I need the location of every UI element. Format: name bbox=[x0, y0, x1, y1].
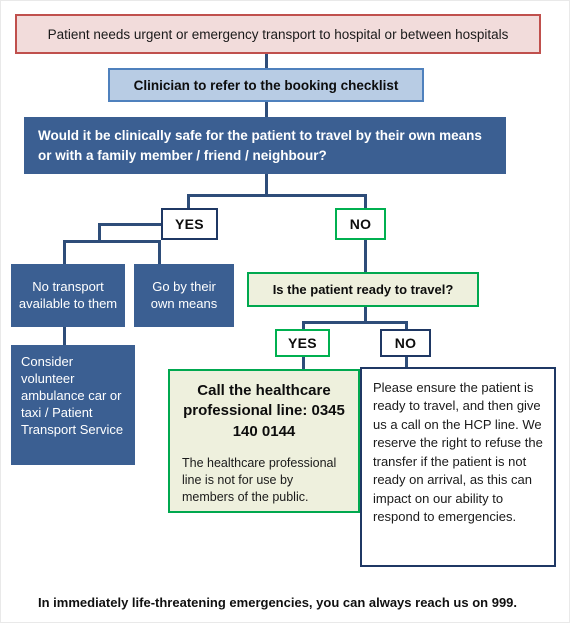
node-go-by-own-means-label: Go by their own means bbox=[150, 278, 218, 311]
node-clinician-checklist[interactable]: Clinician to refer to the booking checkl… bbox=[108, 68, 424, 102]
branch-no-ready-to-travel-label: NO bbox=[394, 335, 417, 351]
flowchart-canvas: Patient needs urgent or emergency transp… bbox=[0, 0, 570, 623]
connector-yes-left-stub bbox=[98, 223, 161, 226]
branch-no-clinically-safe-label: NO bbox=[349, 216, 372, 232]
connector-to-yes bbox=[187, 194, 190, 208]
node-hcp-call-heading: Call the healthcare professional line: 0… bbox=[183, 382, 345, 440]
branch-no-ready-to-travel[interactable]: NO bbox=[380, 329, 431, 357]
connector-title-to-checklist bbox=[265, 54, 268, 68]
node-hcp-call-callout[interactable]: Call the healthcare professional line: 0… bbox=[168, 369, 360, 513]
connector-yes-no-split bbox=[187, 194, 367, 197]
connector-to-no bbox=[364, 194, 367, 208]
node-ready-to-travel-question-label: Is the patient ready to travel? bbox=[272, 282, 454, 297]
branch-no-clinically-safe[interactable]: NO bbox=[335, 208, 386, 240]
node-hcp-call-subtext: The healthcare professional line is not … bbox=[182, 455, 337, 505]
connector-no-transport-to-consider bbox=[63, 327, 66, 345]
node-patient-not-ready-note[interactable]: Please ensure the patient is ready to tr… bbox=[360, 367, 556, 567]
branch-yes-ready-to-travel[interactable]: YES bbox=[275, 329, 330, 357]
connector-ready-split bbox=[302, 321, 407, 324]
connector-question-stem bbox=[265, 174, 268, 196]
connector-yes-branch-bar bbox=[63, 240, 161, 243]
connector-checklist-to-question bbox=[265, 102, 268, 117]
node-main-question[interactable]: Would it be clinically safe for the pati… bbox=[24, 117, 506, 174]
connector-no-to-ready bbox=[364, 240, 367, 272]
branch-yes-clinically-safe[interactable]: YES bbox=[161, 208, 218, 240]
branch-yes-ready-to-travel-label: YES bbox=[288, 335, 317, 351]
node-consider-volunteer-transport[interactable]: Consider volunteer ambulance car or taxi… bbox=[11, 345, 135, 465]
node-main-question-label: Would it be clinically safe for the pati… bbox=[38, 127, 482, 163]
node-consider-volunteer-transport-label: Consider volunteer ambulance car or taxi… bbox=[21, 354, 124, 437]
node-patient-needs-transport-label: Patient needs urgent or emergency transp… bbox=[47, 26, 509, 42]
node-no-transport-available-label: No transport available to them bbox=[18, 278, 118, 311]
node-patient-not-ready-note-label: Please ensure the patient is ready to tr… bbox=[373, 380, 543, 525]
footer-emergency-note: In immediately life-threatening emergenc… bbox=[38, 595, 518, 610]
connector-to-own-means bbox=[158, 240, 161, 264]
node-patient-needs-transport[interactable]: Patient needs urgent or emergency transp… bbox=[15, 14, 541, 54]
node-clinician-checklist-label: Clinician to refer to the booking checkl… bbox=[133, 77, 399, 93]
node-ready-to-travel-question[interactable]: Is the patient ready to travel? bbox=[247, 272, 479, 307]
branch-yes-clinically-safe-label: YES bbox=[175, 216, 204, 232]
node-go-by-own-means[interactable]: Go by their own means bbox=[134, 264, 234, 327]
connector-to-no-transport bbox=[63, 240, 66, 264]
node-no-transport-available[interactable]: No transport available to them bbox=[11, 264, 125, 327]
